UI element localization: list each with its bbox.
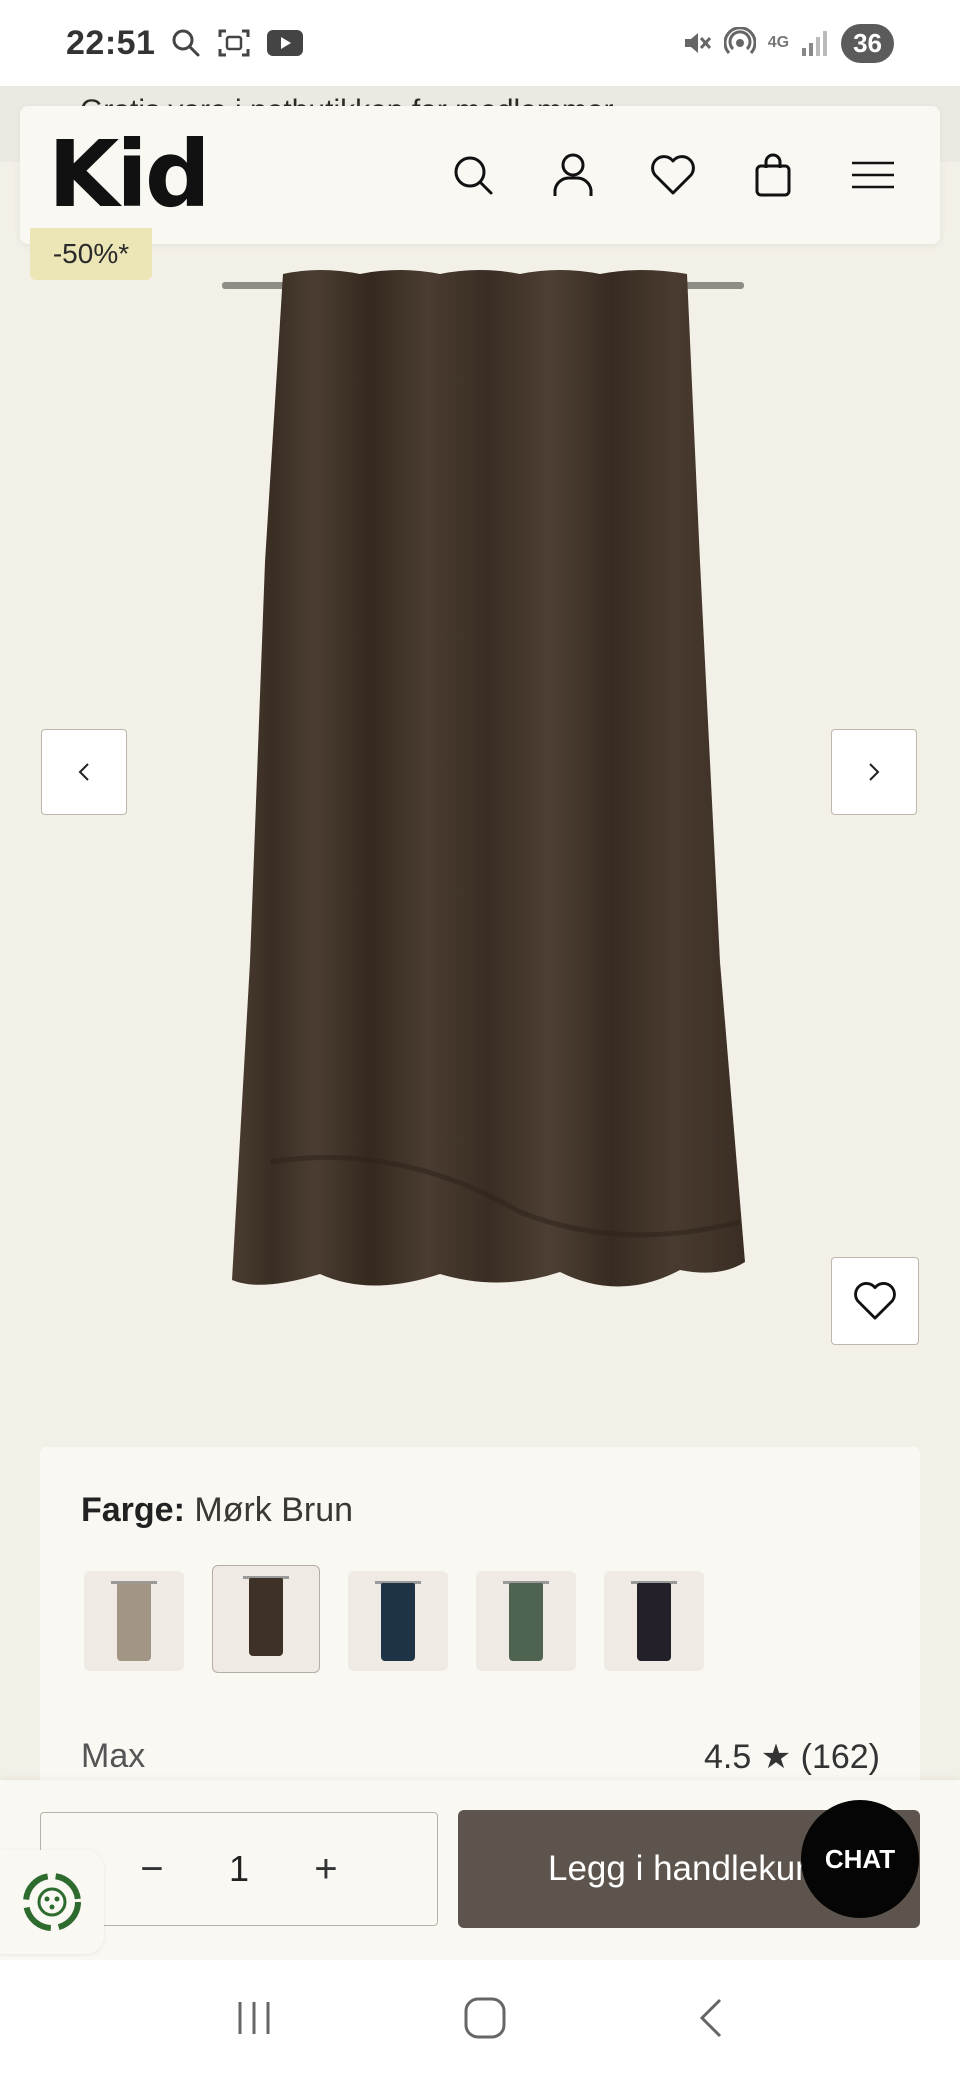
carousel-prev-button[interactable] xyxy=(41,729,127,815)
hotspot-icon xyxy=(723,27,756,59)
battery-level: 36 xyxy=(841,23,894,63)
color-value: Mørk Brun xyxy=(194,1491,354,1529)
kid-logo[interactable]: Kid xyxy=(48,129,211,221)
rating-count: (162) xyxy=(800,1738,880,1776)
swatch-curtain-thumbnail xyxy=(637,1583,671,1661)
color-swatch-3[interactable] xyxy=(476,1571,576,1671)
chevron-left-icon xyxy=(78,763,89,781)
quantity-value[interactable]: 1 xyxy=(229,1848,249,1890)
status-bar: 22:51 4G 36 xyxy=(0,0,960,86)
star-icon: ★ xyxy=(760,1738,792,1776)
wishlist-heart-icon[interactable] xyxy=(646,148,700,202)
status-right: 4G 36 xyxy=(682,23,894,63)
carousel-next-button[interactable] xyxy=(831,729,917,815)
status-left: 22:51 xyxy=(66,23,304,63)
product-image[interactable] xyxy=(200,262,780,1312)
add-to-wishlist-button[interactable] xyxy=(831,1257,919,1345)
recycle-badge[interactable] xyxy=(0,1850,104,1954)
signal-icon xyxy=(801,30,829,56)
discount-badge: -50%* xyxy=(30,228,152,280)
android-nav-bar xyxy=(0,1960,960,2080)
color-swatch-0[interactable] xyxy=(84,1571,184,1671)
status-time: 22:51 xyxy=(66,23,156,62)
swatch-curtain-thumbnail xyxy=(381,1583,415,1661)
color-swatch-4[interactable] xyxy=(604,1571,704,1671)
product-options-card: Farge: Mørk Brun Max 4.5 ★ (162) xyxy=(40,1447,920,1807)
color-swatches xyxy=(84,1565,704,1673)
chevron-right-icon xyxy=(869,763,880,781)
shopping-bag-icon[interactable] xyxy=(746,148,800,202)
heart-icon xyxy=(854,1282,896,1320)
product-rating[interactable]: 4.5 ★ (162) xyxy=(704,1737,880,1777)
back-icon[interactable] xyxy=(696,1996,726,2044)
quantity-increase-button[interactable]: + xyxy=(301,1847,351,1892)
swatch-curtain-thumbnail xyxy=(509,1583,543,1661)
search-icon[interactable] xyxy=(446,148,500,202)
swatch-curtain-thumbnail xyxy=(117,1583,151,1661)
recent-apps-icon[interactable] xyxy=(234,1998,274,2042)
screenshot-icon xyxy=(217,28,251,58)
swatch-curtain-thumbnail xyxy=(249,1578,283,1656)
site-header: Kid xyxy=(20,106,940,244)
recycle-icon xyxy=(23,1873,81,1931)
color-swatch-2[interactable] xyxy=(348,1571,448,1671)
search-icon xyxy=(171,28,201,58)
product-name: Max xyxy=(81,1737,146,1775)
youtube-icon xyxy=(267,30,304,56)
chat-button[interactable]: CHAT xyxy=(801,1800,919,1918)
menu-icon[interactable] xyxy=(846,148,900,202)
color-swatch-1[interactable] xyxy=(212,1565,320,1673)
account-icon[interactable] xyxy=(546,148,600,202)
rating-value: 4.5 xyxy=(703,1738,752,1776)
network-type: 4G xyxy=(767,34,790,51)
color-label: Farge: xyxy=(81,1491,185,1529)
home-icon[interactable] xyxy=(463,1996,507,2044)
quantity-decrease-button[interactable]: − xyxy=(127,1847,177,1892)
header-icons xyxy=(446,148,900,202)
mute-icon xyxy=(682,28,712,58)
color-selection: Farge: Mørk Brun xyxy=(81,1491,353,1530)
